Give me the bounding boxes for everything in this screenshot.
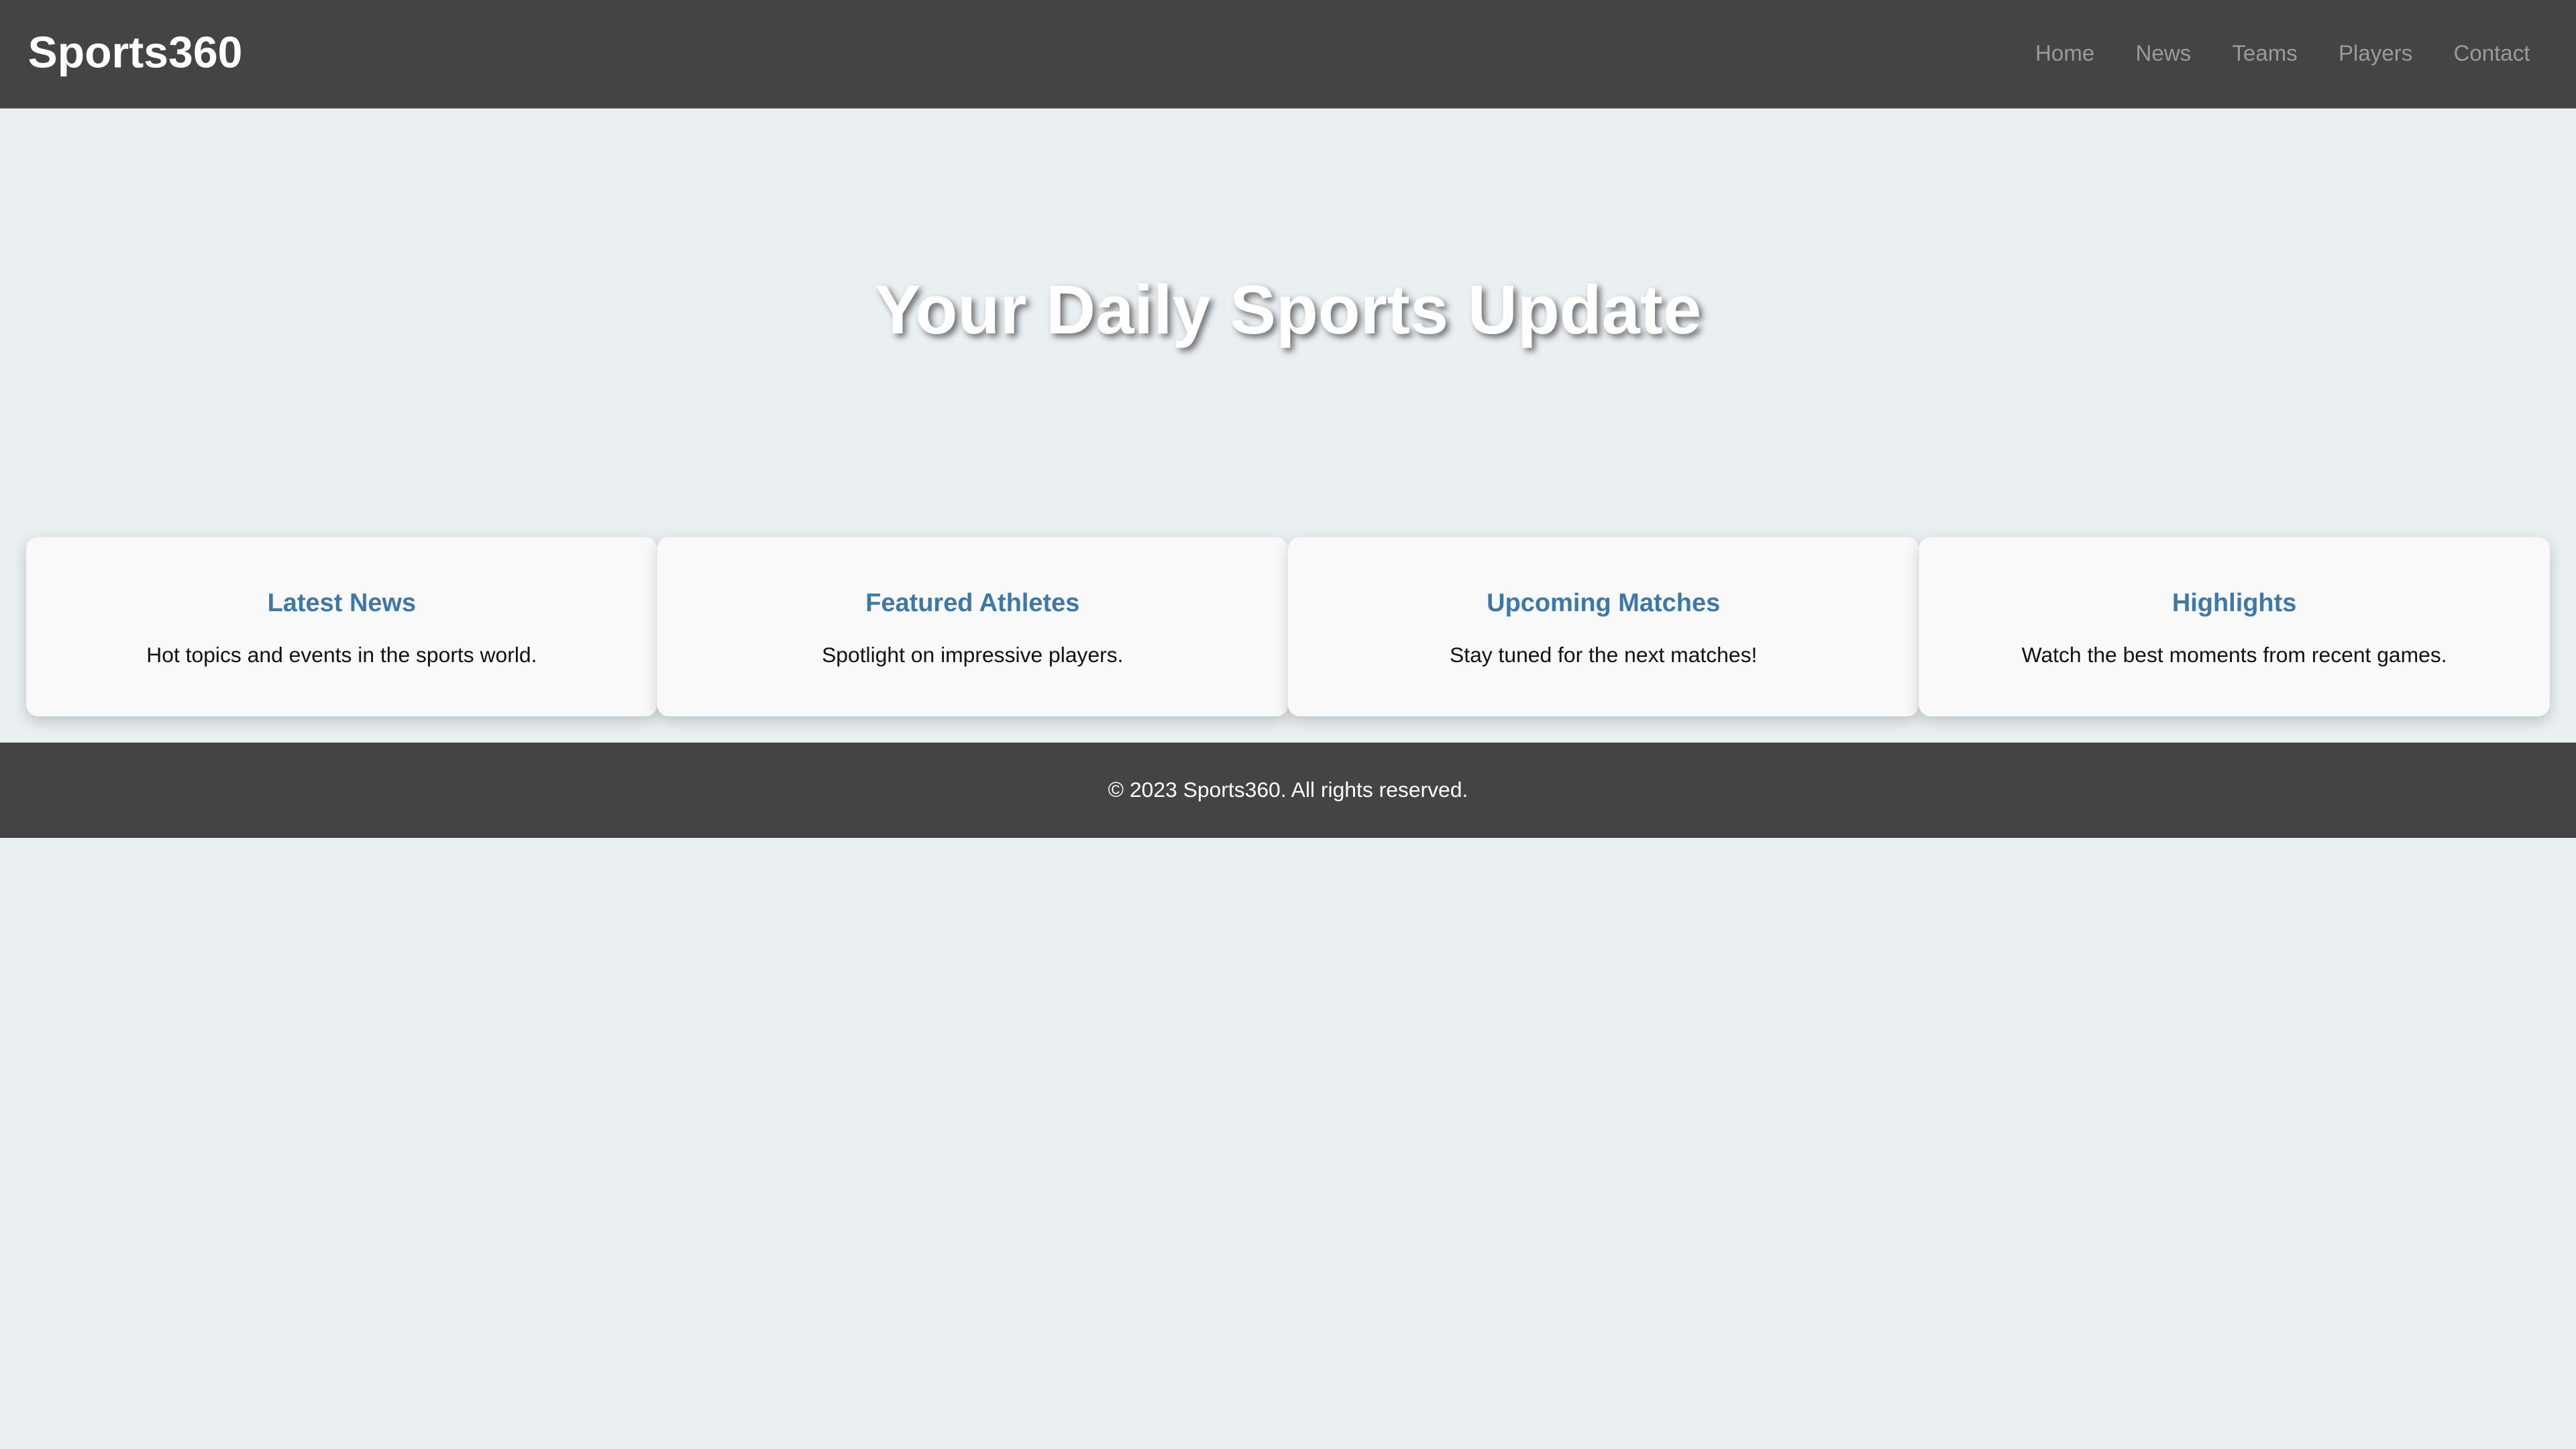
card-title: Highlights: [2171, 590, 2297, 618]
card-description: Hot topics and events in the sports worl…: [146, 642, 537, 667]
card-upcoming-matches[interactable]: Upcoming Matches Stay tuned for the next…: [1288, 537, 1919, 716]
nav-link-contact[interactable]: Contact: [2453, 38, 2530, 70]
nav-link-teams[interactable]: Teams: [2232, 38, 2297, 70]
feature-cards: Latest News Hot topics and events in the…: [26, 537, 2550, 716]
nav-link-players[interactable]: Players: [2339, 38, 2412, 70]
card-description: Watch the best moments from recent games…: [2021, 642, 2447, 667]
main-nav: Home News Teams Players Contact: [2035, 38, 2530, 70]
card-featured-athletes[interactable]: Featured Athletes Spotlight on impressiv…: [657, 537, 1289, 716]
card-title: Latest News: [267, 590, 417, 618]
card-latest-news[interactable]: Latest News Hot topics and events in the…: [26, 537, 657, 716]
card-highlights[interactable]: Highlights Watch the best moments from r…: [1919, 537, 2550, 716]
site-footer: © 2023 Sports360. All rights reserved.: [0, 742, 2576, 838]
nav-link-home[interactable]: Home: [2035, 38, 2094, 70]
copyright-text: © 2023 Sports360. All rights reserved.: [1108, 777, 1468, 802]
nav-link-news[interactable]: News: [2135, 38, 2191, 70]
hero-title: Your Daily Sports Update: [874, 271, 1702, 349]
top-navigation-bar: Sports360 Home News Teams Players Contac…: [0, 0, 2576, 109]
card-description: Spotlight on impressive players.: [822, 642, 1124, 667]
card-title: Featured Athletes: [865, 590, 1080, 618]
card-title: Upcoming Matches: [1487, 590, 1721, 618]
card-description: Stay tuned for the next matches!: [1449, 642, 1758, 667]
page: Sports360 Home News Teams Players Contac…: [0, 0, 2576, 1449]
site-logo[interactable]: Sports360: [28, 25, 243, 80]
